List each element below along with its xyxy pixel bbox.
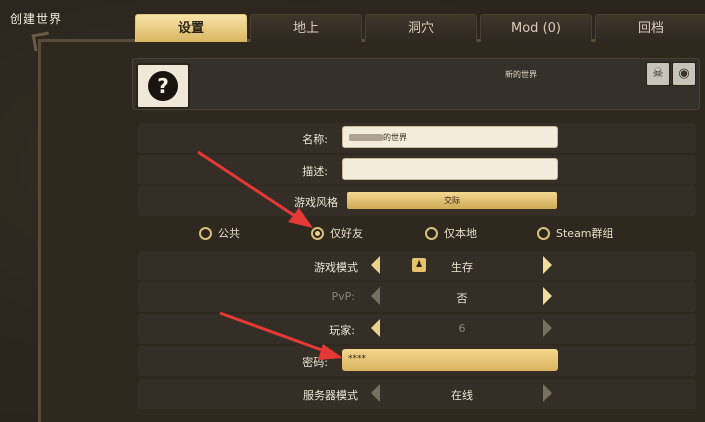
tab-bar: 设置 地上 洞穴 Mod (0) 回档 — [135, 14, 705, 42]
server-mode-label: 服务器模式 — [303, 389, 358, 402]
players-prev-arrow[interactable] — [371, 319, 380, 337]
players-next-arrow[interactable] — [543, 319, 552, 337]
tab-settings[interactable]: 设置 — [135, 14, 247, 42]
password-input[interactable]: **** — [342, 349, 558, 371]
pvp-value: 否 — [456, 292, 468, 305]
radio-circle — [199, 226, 212, 240]
tab-mods[interactable]: Mod (0) — [480, 14, 592, 42]
pvp-prev-arrow[interactable] — [371, 287, 380, 305]
game-mode-value: 生存 — [451, 261, 473, 274]
server-mode-prev-arrow[interactable] — [371, 384, 380, 402]
radio-circle-selected — [311, 226, 324, 240]
game-mode-label: 游戏模式 — [314, 261, 358, 274]
world-name-preview: 新的世界 — [505, 70, 537, 79]
password-label: 密码: — [302, 356, 328, 369]
pvp-row — [138, 282, 696, 312]
players-value: 6 — [458, 322, 466, 335]
page-title: 创建世界 — [10, 12, 63, 26]
world-header — [132, 58, 700, 110]
description-input[interactable] — [342, 158, 558, 180]
pvp-label: PvP: — [331, 290, 355, 303]
radio-circle — [425, 226, 438, 240]
question-mark-icon: ? — [148, 71, 178, 101]
players-row — [138, 314, 696, 344]
ghost-icon[interactable]: ☠ — [646, 62, 670, 86]
name-label: 名称: — [302, 133, 328, 146]
tab-rollback[interactable]: 回档 — [595, 14, 705, 42]
players-label: 玩家: — [329, 324, 355, 337]
game-mode-prev-arrow[interactable] — [371, 256, 380, 274]
globe-icon[interactable]: ◉ — [672, 62, 696, 86]
radio-public[interactable]: 公共 — [199, 224, 240, 242]
game-style-label: 游戏风格 — [294, 196, 338, 209]
name-input[interactable]: 的世界 — [342, 126, 558, 148]
survival-icon: ♟ — [412, 258, 426, 272]
tab-forest[interactable]: 地上 — [250, 14, 362, 42]
radio-circle — [537, 226, 550, 240]
server-mode-value: 在线 — [451, 389, 473, 402]
radio-local-only[interactable]: 仅本地 — [425, 224, 477, 242]
server-mode-row — [138, 379, 696, 409]
tab-caves[interactable]: 洞穴 — [365, 14, 477, 42]
game-style-selector[interactable]: 交际 — [347, 192, 557, 209]
server-mode-next-arrow[interactable] — [543, 384, 552, 402]
world-avatar[interactable]: ? — [136, 63, 190, 109]
pvp-next-arrow[interactable] — [543, 287, 552, 305]
radio-steam-group[interactable]: Steam群组 — [537, 224, 614, 242]
redacted-text — [349, 134, 383, 141]
game-mode-next-arrow[interactable] — [543, 256, 552, 274]
description-label: 描述: — [302, 165, 328, 178]
radio-friends-only[interactable]: 仅好友 — [311, 224, 363, 242]
